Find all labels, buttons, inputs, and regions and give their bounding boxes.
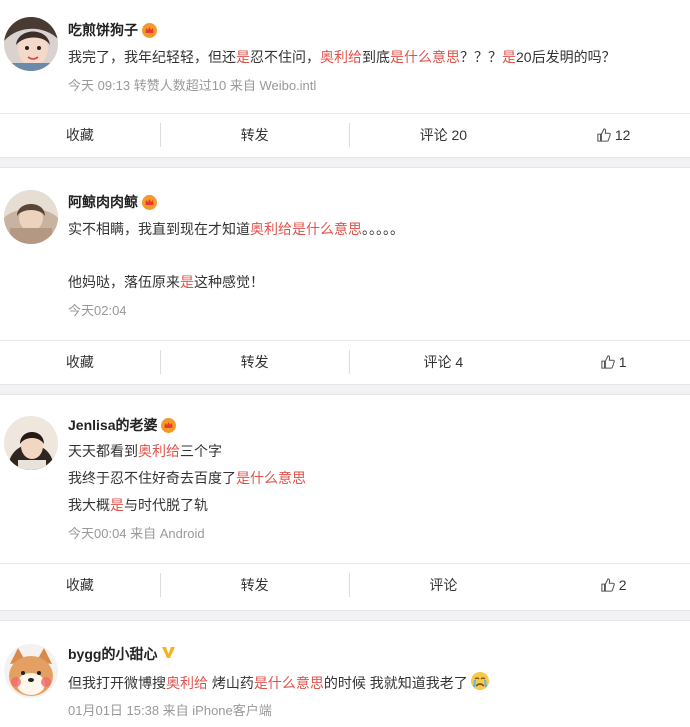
- username[interactable]: 吃煎饼狗子: [68, 20, 157, 40]
- collect-button[interactable]: 收藏: [0, 123, 160, 147]
- vip-v-icon: [161, 645, 176, 663]
- collect-button[interactable]: 收藏: [0, 573, 160, 597]
- post-text: 我终于忍不住好奇去百度了是什么意思: [68, 468, 306, 488]
- cry-face-emoji-icon: [470, 671, 490, 694]
- post-text: 实不相瞒，我直到现在才知道奥利给是什么意思。。。。。: [68, 219, 404, 239]
- thumbs-up-icon: [601, 578, 615, 592]
- comment-button[interactable]: 评论 20: [348, 123, 538, 147]
- action-bar: 收藏 转发 评论 20 12: [0, 113, 690, 156]
- text-segment: 天天都看到: [68, 443, 138, 459]
- highlight-keyword[interactable]: 是: [180, 274, 194, 290]
- comment-button[interactable]: 评论 4: [348, 350, 538, 374]
- like-button[interactable]: 1: [537, 350, 690, 374]
- post-3: Jenlisa的老婆 天天都看到奥利给三个字 我终于忍不住好奇去百度了是什么意思…: [0, 395, 690, 610]
- post-meta: 今天 09:13 转赞人数超过10 来自 Weibo.intl: [68, 78, 317, 93]
- text-segment: ？？？: [460, 49, 502, 65]
- like-count: 12: [614, 127, 631, 143]
- post-4: bygg的小甜心 但我打开微博搜奥利给 烤山药是什么意思的时候 我就知道我老了 …: [0, 621, 690, 727]
- action-bar: 收藏 转发 评论 4 1: [0, 340, 690, 383]
- forward-button[interactable]: 转发: [159, 123, 349, 147]
- post-text: 我大概是与时代脱了轨: [68, 495, 208, 515]
- collect-button[interactable]: 收藏: [0, 350, 160, 374]
- text-segment: 到底: [362, 49, 390, 65]
- text-segment: 三个字: [180, 443, 222, 459]
- text-segment: 20后发明的吗？: [516, 49, 616, 65]
- highlight-keyword[interactable]: 是什么意思: [236, 470, 306, 486]
- text-segment: 我终于忍不住好奇去百度了: [68, 470, 236, 486]
- post-text: 他妈哒，落伍原来是这种感觉！: [68, 272, 264, 292]
- crown-badge-icon: [142, 22, 157, 38]
- username[interactable]: 阿鲸肉肉鲸: [68, 192, 157, 212]
- highlight-keyword[interactable]: 是什么意思: [390, 49, 460, 65]
- forward-button[interactable]: 转发: [159, 350, 349, 374]
- highlight-keyword[interactable]: 奥利给: [166, 675, 208, 691]
- highlight-keyword[interactable]: 奥利给: [320, 49, 362, 65]
- avatar[interactable]: [4, 17, 58, 71]
- post-1: 吃煎饼狗子 我完了，我年纪轻轻，但还是忍不住问，奥利给到底是什么意思？？？是20…: [0, 0, 690, 157]
- forward-button[interactable]: 转发: [159, 573, 349, 597]
- text-segment: 与时代脱了轨: [124, 497, 208, 513]
- comment-button[interactable]: 评论: [348, 573, 538, 597]
- highlight-keyword[interactable]: 是: [502, 49, 516, 65]
- text-segment: 忍不住问，: [250, 49, 320, 65]
- username[interactable]: bygg的小甜心: [68, 644, 176, 664]
- action-bar: 收藏 转发 评论 2: [0, 563, 690, 606]
- post-text: 我完了，我年纪轻轻，但还是忍不住问，奥利给到底是什么意思？？？是20后发明的吗？: [68, 47, 616, 67]
- like-count: 2: [618, 577, 627, 593]
- post-text: 但我打开微博搜奥利给 烤山药是什么意思的时候 我就知道我老了: [68, 671, 490, 694]
- avatar[interactable]: [4, 644, 58, 698]
- post-meta: 今天00:04 来自 Android: [68, 526, 205, 541]
- divider: [0, 384, 690, 395]
- text-segment: 他妈哒，落伍原来: [68, 274, 180, 290]
- highlight-keyword[interactable]: 奥利给是什么意思: [250, 221, 362, 237]
- text-segment: 。。。。。: [362, 221, 404, 237]
- thumbs-up-icon: [601, 355, 615, 369]
- text-segment: 我完了，我年纪轻轻，但还: [68, 49, 236, 65]
- username[interactable]: Jenlisa的老婆: [68, 415, 177, 435]
- like-button[interactable]: 2: [537, 573, 690, 597]
- highlight-keyword[interactable]: 是: [110, 497, 124, 513]
- crown-badge-icon: [161, 417, 177, 433]
- post-text: 天天都看到奥利给三个字: [68, 441, 222, 461]
- crown-badge-icon: [142, 194, 157, 210]
- text-segment: 我大概: [68, 497, 110, 513]
- text-segment: 实不相瞒，我直到现在才知道: [68, 221, 250, 237]
- highlight-keyword[interactable]: 奥利给: [138, 443, 180, 459]
- text-segment: 这种感觉！: [194, 274, 264, 290]
- highlight-keyword[interactable]: 是什么意思: [254, 675, 324, 691]
- like-count: 1: [618, 354, 627, 370]
- avatar[interactable]: [4, 416, 58, 470]
- divider: [0, 610, 690, 621]
- avatar[interactable]: [4, 190, 58, 244]
- post-2: 阿鲸肉肉鲸 实不相瞒，我直到现在才知道奥利给是什么意思。。。。。 他妈哒，落伍原…: [0, 168, 690, 384]
- highlight-keyword[interactable]: 是: [236, 49, 250, 65]
- text-segment: 但我打开微博搜: [68, 674, 166, 691]
- like-button[interactable]: 12: [537, 123, 690, 147]
- thumbs-up-icon: [597, 128, 611, 142]
- divider: [0, 157, 690, 168]
- text-segment: 烤山药: [208, 674, 254, 691]
- post-meta: 01月01日 15:38 来自 iPhone客户端: [68, 703, 272, 718]
- text-segment: 的时候 我就知道我老了: [323, 674, 468, 691]
- post-meta: 今天02:04: [68, 303, 127, 318]
